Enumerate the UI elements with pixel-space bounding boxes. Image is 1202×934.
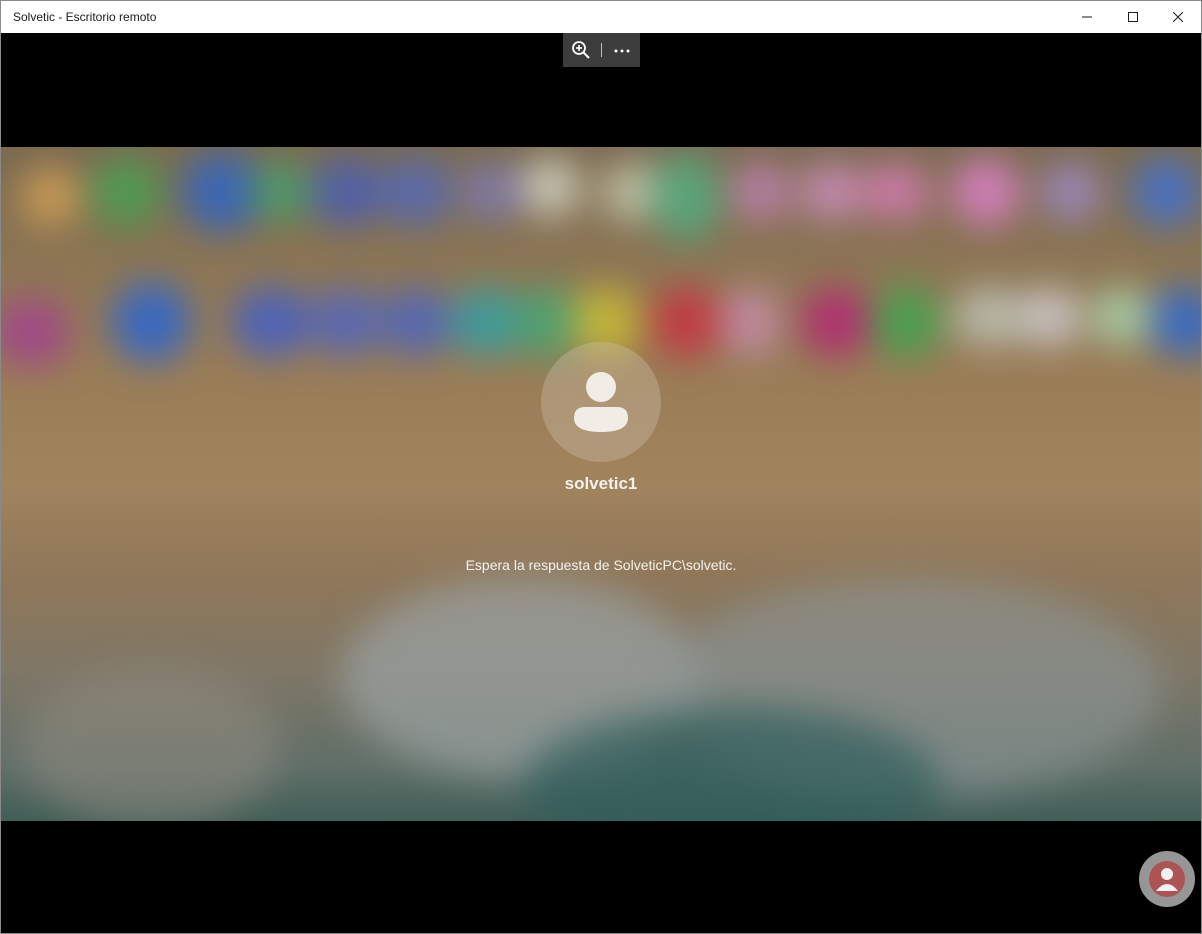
more-options-icon: [614, 49, 630, 53]
remote-session-area[interactable]: solvetic1 Espera la respuesta de Solveti…: [1, 33, 1201, 933]
zoom-in-icon: [572, 41, 590, 59]
close-icon: [1173, 12, 1183, 22]
remote-desktop-window: Solvetic - Escritorio remoto solvetic1 E…: [0, 0, 1202, 934]
zoom-button[interactable]: [571, 40, 591, 60]
watermark-icon: [1149, 861, 1185, 897]
status-message: Espera la respuesta de SolveticPC\solvet…: [465, 557, 737, 573]
user-avatar: [541, 342, 661, 462]
maximize-icon: [1128, 12, 1138, 22]
user-avatar-icon: [574, 372, 628, 432]
maximize-button[interactable]: [1110, 1, 1156, 33]
minimize-button[interactable]: [1064, 1, 1110, 33]
toolbar-separator: [601, 43, 602, 57]
lock-screen: solvetic1 Espera la respuesta de Solveti…: [1, 147, 1201, 821]
minimize-icon: [1082, 16, 1092, 18]
title-bar[interactable]: Solvetic - Escritorio remoto: [1, 1, 1201, 33]
close-button[interactable]: [1155, 1, 1201, 33]
remote-toolbar: [563, 33, 640, 67]
more-options-button[interactable]: [612, 40, 632, 60]
watermark-logo: [1139, 851, 1195, 907]
username-label: solvetic1: [564, 474, 638, 493]
window-title: Solvetic - Escritorio remoto: [13, 10, 157, 24]
